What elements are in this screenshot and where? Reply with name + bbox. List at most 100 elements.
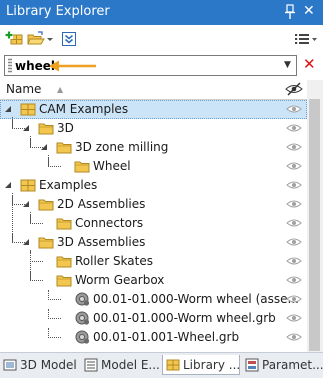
part-file-icon [75,311,90,325]
folder-icon [38,199,54,211]
tree-guide-line [48,155,49,166]
parameters-icon [245,358,259,372]
open-folder-icon[interactable] [27,31,45,47]
tree-item-label: Wheel [93,159,131,173]
tree-row[interactable]: Worm Gearbox [0,271,307,290]
library-tree: CAM Examples 3D 3D zone milling Wheel Ex… [0,100,307,352]
tree-guide-line [12,117,13,128]
visibility-eye-icon[interactable] [286,237,302,247]
folder-icon [56,275,72,287]
tree-item-label: Connectors [75,216,144,230]
visibility-eye-icon[interactable] [286,313,302,323]
tree-item-label: Worm Gearbox [75,273,165,287]
window-title: Library Explorer [6,4,110,19]
tree-connector [12,233,25,243]
bottom-tab-label: Model E... [101,358,160,372]
tree-guide-line [30,212,31,223]
visibility-eye-icon[interactable] [286,275,302,285]
visibility-eye-icon[interactable] [286,256,302,266]
library-icon [20,103,36,116]
tree-item-label: Examples [39,178,98,192]
tree-connector [30,214,43,224]
search-dropdown-icon[interactable]: ▼ [284,60,291,70]
tree-row[interactable]: 00.01-01.000-Worm wheel.grb [0,309,307,328]
tree-row[interactable]: 00.01-01.000-Worm wheel (asse... [0,290,307,309]
tree-item-label: 2D Assemblies [57,197,146,211]
visibility-eye-icon[interactable] [286,142,302,152]
bottom-tab[interactable]: Model E... [81,355,160,375]
bottom-tab-label: Paramet... [262,358,323,372]
visibility-eye-icon[interactable] [286,123,302,133]
folder-icon [38,123,54,135]
toolbar [0,25,323,53]
hidden-eye-icon[interactable] [285,82,303,96]
bottom-tab[interactable]: Paramet... [242,355,323,375]
grip-icon [8,58,12,73]
visibility-eye-icon[interactable] [286,294,302,304]
folder-icon [56,218,72,230]
tree-connector [48,290,61,300]
bottom-tab-label: Library ... [183,358,240,372]
expanded-arrow-icon[interactable] [3,104,13,114]
name-column-header[interactable]: Name [6,82,41,96]
expanded-arrow-icon[interactable] [3,180,13,190]
visibility-eye-icon[interactable] [286,104,302,114]
tree-item-label: 3D Assemblies [57,235,146,249]
scrollbar-thumb[interactable] [309,99,320,351]
tree-row[interactable]: 00.01-01.001-Wheel.grb [0,328,307,347]
bottom-tab-label: 3D Model [20,358,77,372]
tree-row[interactable]: Roller Skates [0,252,307,271]
bottom-tab[interactable]: 3D Model [0,355,79,375]
library-icon [20,179,36,192]
folder-icon [56,142,72,154]
part-file-icon [75,330,90,344]
folder-icon [56,256,72,268]
pin-icon[interactable] [284,4,296,20]
tree-item-label: 00.01-01.001-Wheel.grb [93,330,240,344]
3d-model-icon [3,359,17,371]
bottom-tab-bar: 3D Model Model E... Library ... Paramet... [0,352,323,378]
model-explorer-icon [84,358,98,372]
visibility-eye-icon[interactable] [286,332,302,342]
tree-item-label: 00.01-01.000-Worm wheel.grb [93,311,276,325]
collapse-all-icon[interactable] [61,31,77,47]
tree-connector [12,195,25,205]
close-icon[interactable]: ✕ [303,3,315,19]
visibility-eye-icon[interactable] [286,161,302,171]
folder-icon [38,237,54,249]
folder-icon [74,161,90,173]
visibility-eye-icon[interactable] [286,218,302,228]
column-header: Name ▲ [0,80,307,100]
dropdown-arrow-icon[interactable] [46,31,54,47]
tree-item-label: Roller Skates [75,254,153,268]
part-file-icon [75,292,90,306]
tree-connector [48,157,61,167]
tree-row[interactable]: 3D zone milling [0,138,307,157]
tree-guide-line [12,193,13,242]
tree-guide-line [30,136,31,147]
annotation-arrow-icon [49,60,96,72]
view-options-icon[interactable] [294,31,318,47]
tree-connector [30,271,43,281]
tree-connector [12,119,25,129]
tree-row[interactable]: 3D [0,119,307,138]
visibility-eye-icon[interactable] [286,180,302,190]
tree-item-label: 00.01-01.000-Worm wheel (asse... [93,292,299,306]
add-library-icon[interactable] [5,31,23,47]
tree-connector [48,309,61,319]
tree-row[interactable]: 3D Assemblies [0,233,307,252]
tree-connector [30,138,43,148]
tree-item-label: 3D zone milling [75,140,169,154]
tree-row[interactable]: Examples [0,176,307,195]
tree-connector [48,328,61,338]
bottom-tab[interactable]: Library ... [162,355,240,375]
clear-search-icon[interactable]: ✕ [303,55,316,73]
visibility-eye-icon[interactable] [286,199,302,209]
tree-item-label: 3D [57,121,74,135]
title-bar: Library Explorer ✕ [0,0,323,25]
tree-item-label: CAM Examples [39,102,129,116]
tree-row[interactable]: Connectors [0,214,307,233]
tree-row[interactable]: CAM Examples [0,100,307,119]
tree-row[interactable]: Wheel [0,157,307,176]
tree-row[interactable]: 2D Assemblies [0,195,307,214]
